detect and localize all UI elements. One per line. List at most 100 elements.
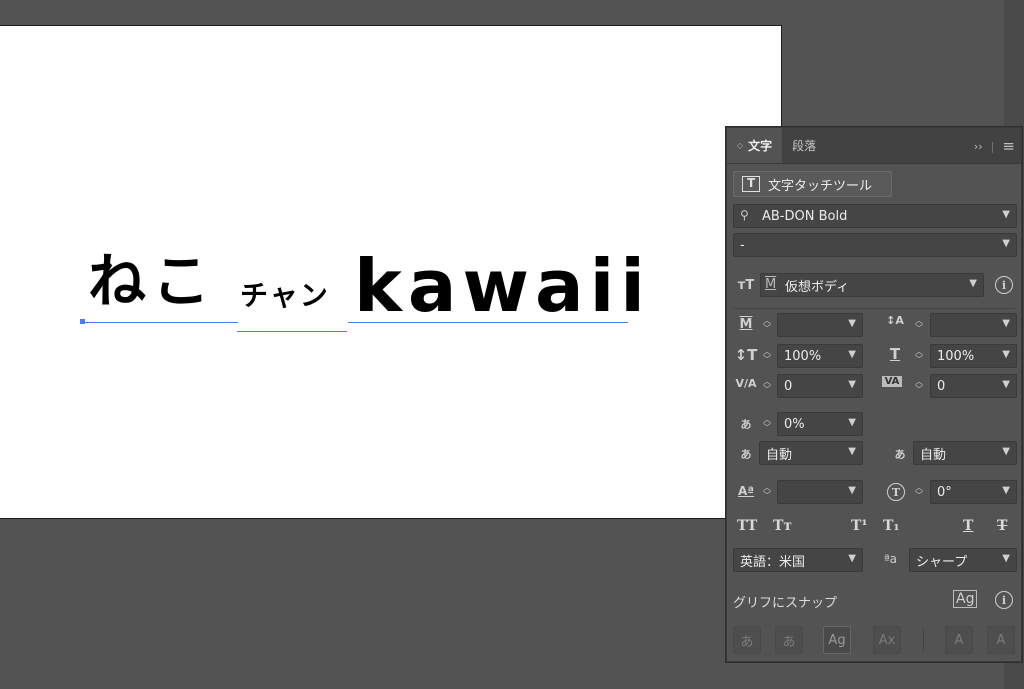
subscript-button[interactable]: T₁	[883, 518, 900, 534]
kerning-va-icon: VA	[882, 376, 902, 387]
chevron-down-icon[interactable]: ▼	[1002, 485, 1010, 496]
kerning-icon: M	[739, 317, 753, 332]
horizontal-scale-field[interactable]: 100% ▼	[930, 344, 1017, 368]
snap-to-glyph-label: グリフにスナップ	[733, 596, 838, 611]
chevron-down-icon[interactable]: ▼	[848, 446, 856, 457]
snap-baseline-button[interactable]: あ	[733, 626, 761, 654]
tsume-stepper[interactable]: ︿ ﹀	[759, 412, 775, 436]
snap-anchor-button[interactable]: A	[987, 626, 1015, 654]
tab-label: 段落	[792, 139, 817, 153]
superscript-button[interactable]: T¹	[851, 518, 868, 534]
tab-label: 文字	[748, 139, 773, 153]
aki-left-field[interactable]: 自動 ▼	[759, 441, 863, 465]
rotation-stepper[interactable]: ︿ ﹀	[911, 480, 927, 504]
search-icon[interactable]: ⚲	[740, 208, 749, 222]
va-field[interactable]: 0 ▼	[930, 374, 1017, 398]
tsume-field[interactable]: 0% ▼	[777, 412, 863, 436]
kerning-stepper[interactable]: ︿ ﹀	[759, 313, 775, 337]
leading-field[interactable]: ▼	[930, 313, 1017, 337]
vertical-scale-icon: ↕T	[734, 346, 758, 364]
antialias-icon: ªa	[884, 552, 898, 566]
kerning-field[interactable]: ▼	[777, 313, 863, 337]
font-style-field[interactable]: - ▼	[733, 233, 1017, 257]
aki-left-value: 自動	[766, 447, 793, 463]
tsume-icon: あ	[740, 418, 752, 431]
small-caps-button[interactable]: Tт	[773, 518, 792, 534]
leading-stepper[interactable]: ︿ ﹀	[911, 313, 927, 337]
chevron-down-icon[interactable]: ▼	[1002, 318, 1010, 329]
artboard[interactable]: ねこ チャン kawaii	[0, 25, 782, 519]
tab-paragraph[interactable]: 段落	[782, 128, 826, 163]
tracking-icon: V/A	[735, 377, 757, 390]
chevron-down-icon[interactable]: ▼	[848, 349, 856, 360]
rotation-value: 0°	[937, 484, 952, 500]
tracking-stepper[interactable]: ︿ ﹀	[759, 374, 775, 398]
font-size-unit-field[interactable]: M 仮想ボディ ▼	[760, 273, 984, 297]
va-value: 0	[937, 378, 946, 394]
touch-type-label: 文字タッチツール	[768, 178, 873, 194]
chevron-down-icon[interactable]: ▼	[848, 485, 856, 496]
chevron-down-icon[interactable]: ▼	[1002, 553, 1010, 564]
collapse-icon[interactable]: ››	[974, 140, 983, 153]
tab-character[interactable]: ◇ 文字	[727, 128, 783, 163]
font-size-icon: ᴛT	[737, 278, 755, 293]
touch-type-icon	[742, 176, 760, 192]
info-icon[interactable]: i	[995, 276, 1013, 294]
divider: |	[990, 139, 995, 153]
text-object[interactable]: ねこ チャン kawaii	[80, 250, 645, 332]
vertical-scale-field[interactable]: 100% ▼	[777, 344, 863, 368]
font-size-prefix: M	[765, 277, 777, 292]
chevron-down-icon[interactable]: ▼	[1002, 238, 1010, 249]
leading-icon: ↕A	[886, 314, 904, 327]
language-field[interactable]: 英語：米国 ▼	[733, 548, 863, 572]
panel-tabbar: ◇ 文字 段落 ›› | ≡	[727, 128, 1021, 164]
baseline-shift-field[interactable]: ▼	[777, 480, 863, 504]
text-anchor-point[interactable]	[80, 319, 85, 324]
snap-xheight-button[interactable]: あ	[775, 626, 803, 654]
chevron-down-icon[interactable]: ▼	[848, 553, 856, 564]
font-style-value: -	[740, 237, 745, 253]
tracking-field[interactable]: 0 ▼	[777, 374, 863, 398]
horizontal-scale-stepper[interactable]: ︿ ﹀	[911, 344, 927, 368]
info-icon[interactable]: i	[995, 591, 1013, 609]
font-family-field[interactable]: ⚲ AB-DON Bold ▼	[733, 204, 1017, 228]
all-caps-button[interactable]: TT	[737, 518, 757, 534]
antialias-value: シャープ	[916, 554, 968, 570]
vertical-scale-stepper[interactable]: ︿ ﹀	[759, 344, 775, 368]
antialias-field[interactable]: シャープ ▼	[909, 548, 1017, 572]
rotation-field[interactable]: 0° ▼	[930, 480, 1017, 504]
touch-type-tool-button[interactable]: 文字タッチツール	[733, 171, 892, 197]
font-family-value: AB-DON Bold	[762, 208, 848, 224]
chevron-down-icon[interactable]: ▼	[1002, 379, 1010, 390]
art-text-kawaii: kawaii	[354, 244, 651, 328]
snap-angular-button[interactable]: A	[945, 626, 973, 654]
vertical-scale-value: 100%	[784, 348, 822, 364]
baseline-guide	[237, 331, 347, 332]
strikethrough-button[interactable]: T	[997, 518, 1007, 534]
underline-button[interactable]: T	[963, 518, 973, 534]
chevron-down-icon[interactable]: ▼	[1002, 209, 1010, 220]
updown-icon: ◇	[737, 141, 744, 150]
divider	[923, 628, 924, 652]
tsume-value: 0%	[784, 416, 805, 432]
language-value: 英語：米国	[740, 554, 806, 570]
aki-right-value: 自動	[920, 447, 947, 463]
horizontal-scale-icon: T	[889, 345, 901, 363]
chevron-down-icon[interactable]: ▼	[848, 417, 856, 428]
chevron-down-icon[interactable]: ▼	[1002, 349, 1010, 360]
chevron-down-icon[interactable]: ▼	[969, 278, 977, 289]
snap-proximity-button[interactable]: Ax	[873, 626, 901, 654]
chevron-down-icon[interactable]: ▼	[848, 379, 856, 390]
horizontal-scale-value: 100%	[937, 348, 975, 364]
tracking-value: 0	[784, 378, 793, 394]
chevron-down-icon[interactable]: ▼	[848, 318, 856, 329]
aki-right-field[interactable]: 自動 ▼	[913, 441, 1017, 465]
divider	[733, 308, 1015, 309]
panel-menu-icon[interactable]: ≡	[1002, 137, 1015, 155]
baseline-shift-icon: Aª	[737, 484, 755, 498]
chevron-down-icon[interactable]: ▼	[1002, 446, 1010, 457]
snap-glyph-bounds-button[interactable]: Ag	[823, 626, 851, 654]
va-stepper[interactable]: ︿ ﹀	[911, 374, 927, 398]
baseline-shift-stepper[interactable]: ︿ ﹀	[759, 480, 775, 504]
glyph-snap-icon[interactable]: Ag	[953, 590, 978, 608]
